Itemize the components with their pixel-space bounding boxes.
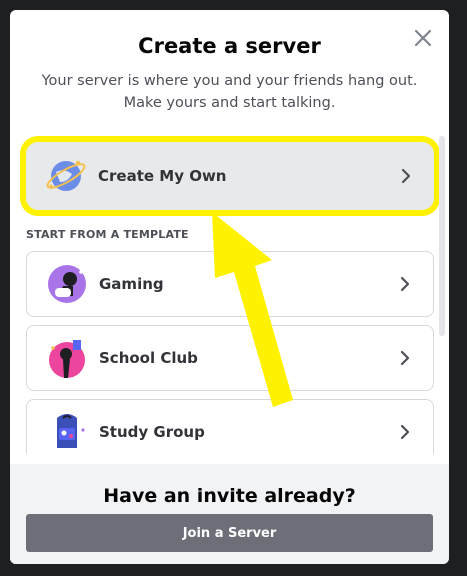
scrollbar[interactable] [439,136,445,336]
template-school-club[interactable]: School Club [26,325,434,391]
modal-title: Create a server [138,34,321,58]
template-label: Gaming [99,275,164,293]
chevron-right-icon [401,168,411,184]
create-my-own-label: Create My Own [98,167,227,185]
gaming-icon [48,265,86,303]
modal-footer: Have an invite already? Join a Server [10,464,449,564]
school-club-icon [49,340,85,378]
study-group-icon [57,414,85,448]
join-server-button[interactable]: Join a Server [26,514,433,552]
modal-subtitle: Your server is where you and your friend… [41,73,418,111]
invite-question: Have an invite already? [103,485,356,507]
create-server-modal: Create a server Your server is where you… [10,10,449,564]
chevron-right-icon [400,424,410,440]
server-options-list: Create My Own START FROM A TEMPLATE Gami… [10,136,449,454]
chevron-right-icon [400,276,410,292]
template-label: Study Group [99,423,205,441]
template-study-group[interactable]: Study Group [26,399,434,454]
template-section-header: START FROM A TEMPLATE [26,228,189,241]
template-label: School Club [99,349,198,367]
template-gaming[interactable]: Gaming [26,251,434,317]
globe-icon [46,160,86,191]
create-my-own-button[interactable]: Create My Own [20,136,440,216]
chevron-right-icon [400,350,410,366]
